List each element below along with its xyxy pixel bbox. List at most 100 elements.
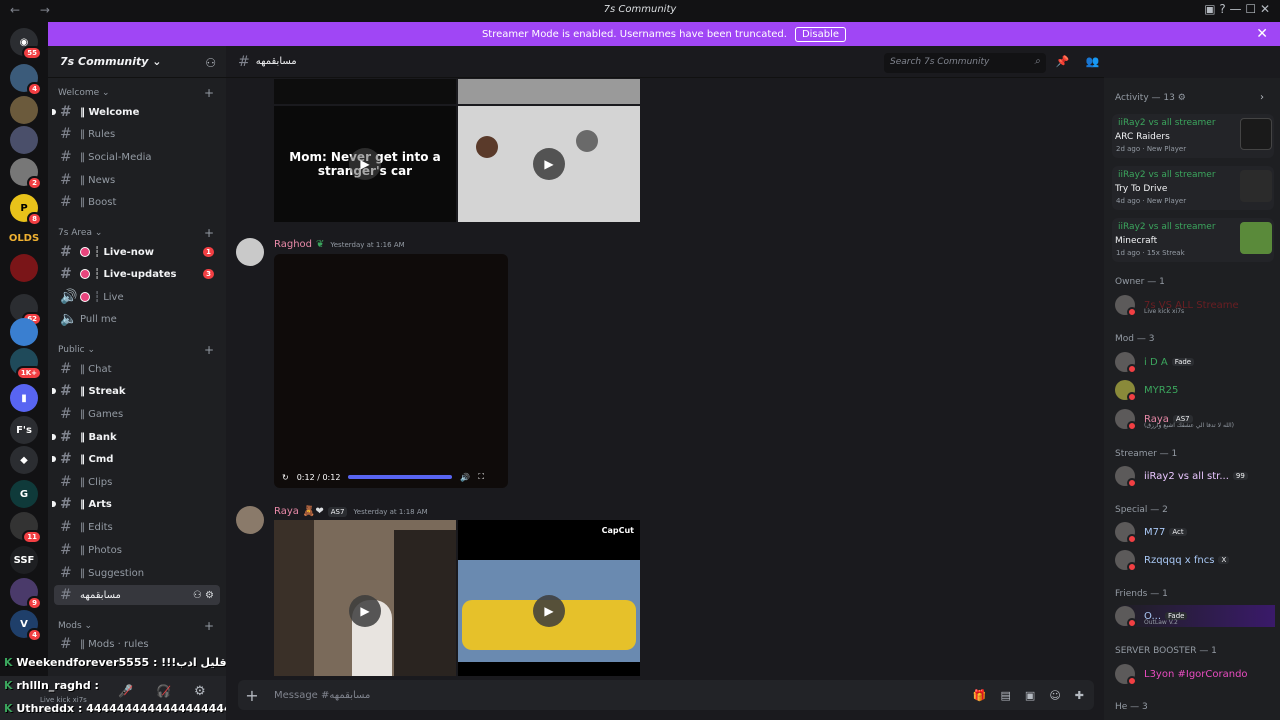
badge: 4 [27, 82, 42, 96]
member-row[interactable]: MYR25 [1115, 379, 1275, 402]
volume-icon[interactable]: 🔊 [460, 473, 470, 482]
channel-clips[interactable]: # ‖ Clips [54, 472, 220, 492]
activity-card[interactable]: iiRay2 vs all streamer ARC Raiders 2d ag… [1112, 114, 1274, 158]
member-row[interactable]: Rzqqqq x fncs X [1115, 549, 1275, 572]
channel-live-now[interactable]: # ┆ Live-now 1 [54, 242, 220, 262]
channel-games[interactable]: # ‖ Games [54, 404, 220, 424]
close-icon[interactable]: ✕ [1256, 26, 1268, 42]
member-row[interactable]: iiRay2 vs all str... 99 [1115, 465, 1275, 488]
author-name[interactable]: Raya [274, 506, 299, 517]
activity-game: Try To Drive [1115, 184, 1168, 194]
channel-chat[interactable]: # ‖ Chat [54, 359, 220, 379]
member-row[interactable]: Raya AS7 (الله لا تدفا الي عشقك اشبع وار… [1115, 408, 1275, 431]
server-icon[interactable]: ⬥ [10, 446, 38, 474]
author-name[interactable]: Raghod [274, 239, 312, 250]
server-icon[interactable] [10, 96, 38, 124]
video-player[interactable]: ↻ 0:12 / 0:12 🔊 ⛶ [274, 254, 508, 488]
channel-bank[interactable]: # ‖ Bank [52, 427, 220, 447]
channel-photos[interactable]: # ‖ Photos [54, 540, 220, 560]
clan-tag: AS7 [327, 506, 348, 517]
server-icon[interactable]: 4 [10, 64, 42, 96]
add-channel-icon[interactable]: + [204, 226, 214, 240]
video-tile[interactable]: Mom: Never get into a stranger's car ▶ [274, 106, 456, 222]
channel-pull-me[interactable]: 🔈 Pull me [54, 309, 220, 329]
server-icon[interactable]: 2 [10, 158, 42, 190]
channel-live-voice[interactable]: 🔊 ┆ Live [54, 287, 220, 307]
settings-gear-icon[interactable]: ⚙ [194, 684, 206, 699]
category-mods[interactable]: Mods ⌄ + [58, 619, 214, 633]
channel-rules[interactable]: # ‖ Rules [54, 124, 220, 144]
section-owner: Owner — 1 [1115, 277, 1165, 287]
disable-button[interactable]: Disable [794, 26, 847, 42]
server-icon[interactable]: 1K+ [10, 348, 42, 380]
progress-bar[interactable] [348, 475, 453, 479]
category-welcome[interactable]: Welcome ⌄ + [58, 86, 214, 100]
add-channel-icon[interactable]: + [204, 343, 214, 357]
avatar[interactable] [236, 506, 264, 534]
member-row[interactable]: 7s VS ALL Streame Live kick xi7s [1115, 294, 1275, 317]
add-channel-icon[interactable]: + [204, 86, 214, 100]
unread-indicator [52, 434, 56, 440]
server-header[interactable]: 7s Community ⌄ ⚇ [48, 46, 226, 78]
server-icon[interactable] [10, 126, 38, 154]
video-tile[interactable]: ▶ [458, 106, 640, 222]
hash-icon: # [60, 519, 72, 535]
channel-selected[interactable]: # مسابقمهه ⚇ ⚙ [54, 585, 220, 605]
member-row[interactable]: O... Fade OutLaw V.2 [1115, 605, 1275, 628]
add-attachment-icon[interactable]: + [240, 686, 264, 705]
channel-suggestion[interactable]: # ‖ Suggestion [54, 563, 220, 583]
channel-news[interactable]: # ‖ News [54, 170, 220, 190]
invite-icon[interactable]: ⚇ [205, 56, 216, 70]
avatar[interactable] [236, 238, 264, 266]
activity-card[interactable]: iiRay2 vs all streamer Minecraft 1d ago … [1112, 218, 1274, 262]
server-name[interactable]: 7s Community ⌄ [60, 55, 162, 68]
server-olds-icon[interactable]: OLDS [9, 224, 39, 252]
mute-icon[interactable]: 🎤̸ [118, 684, 133, 698]
server-icon[interactable] [10, 318, 38, 346]
channel-mods-rules[interactable]: # ‖ Mods · rules [54, 634, 220, 654]
channel-streak[interactable]: # ‖ Streak [52, 381, 220, 401]
play-icon[interactable]: ▶ [349, 595, 381, 627]
deafen-icon[interactable]: 🎧̸ [156, 684, 171, 698]
member-row[interactable]: L3yon #IgorCorando [1115, 663, 1275, 686]
window-controls[interactable]: ▣ ? — ☐ ✕ [1204, 2, 1270, 16]
folder-icon[interactable]: ▮ [10, 384, 38, 412]
activity-game: ARC Raiders [1115, 132, 1170, 142]
video-tile[interactable]: ▶ [274, 520, 456, 676]
channel-live-updates[interactable]: # ┆ Live-updates 3 [54, 264, 220, 284]
activity-card[interactable]: iiRay2 vs all streamer Try To Drive 4d a… [1112, 166, 1274, 210]
play-icon[interactable]: ▶ [349, 148, 381, 180]
media-tile[interactable] [274, 79, 456, 104]
channel-cmd[interactable]: # ‖ Cmd [52, 449, 220, 469]
message-composer[interactable]: + Message #مسابقمهه 🎁 ▤ ▣ ☺ ✚ [238, 680, 1094, 710]
server-icon[interactable]: P8 [10, 194, 42, 226]
channel-arts[interactable]: # ‖ Arts [52, 494, 220, 514]
media-tile[interactable] [458, 79, 640, 104]
server-icon[interactable]: V4 [10, 610, 42, 642]
channel-welcome[interactable]: # ‖ Welcome [52, 102, 220, 122]
category-7s-area[interactable]: 7s Area ⌄ + [58, 226, 214, 240]
video-tile[interactable]: CapCut ▶ [458, 520, 640, 676]
member-row[interactable]: M77 Act [1115, 521, 1275, 544]
server-icon[interactable] [10, 254, 38, 282]
composer-icons[interactable]: 🎁 ▤ ▣ ☺ ✚ [973, 689, 1084, 702]
message-input[interactable]: Message #مسابقمهه [274, 690, 370, 701]
play-icon[interactable]: ▶ [533, 595, 565, 627]
add-channel-icon[interactable]: + [204, 619, 214, 633]
home-icon[interactable]: ◉ 55 [10, 28, 42, 60]
server-icon[interactable]: 11 [10, 512, 42, 544]
search-input[interactable]: Search 7s Community ⌕ [884, 53, 1046, 73]
channel-edits[interactable]: # ‖ Edits [54, 517, 220, 537]
member-row[interactable]: i D A Fade [1115, 351, 1275, 374]
fullscreen-icon[interactable]: ⛶ [478, 472, 484, 482]
server-ssf-icon[interactable]: SSF [10, 546, 38, 574]
replay-icon[interactable]: ↻ [282, 473, 289, 482]
server-icon[interactable]: 9 [10, 578, 42, 610]
channel-boost[interactable]: # ‖ Boost [54, 192, 220, 212]
category-public[interactable]: Public ⌄ + [58, 343, 214, 357]
server-fs-icon[interactable]: F's [10, 416, 38, 444]
server-icon[interactable]: G [10, 480, 38, 508]
chevron-right-icon[interactable]: › [1260, 92, 1264, 103]
channel-social-media[interactable]: # ‖ Social-Media [54, 147, 220, 167]
play-icon[interactable]: ▶ [533, 148, 565, 180]
